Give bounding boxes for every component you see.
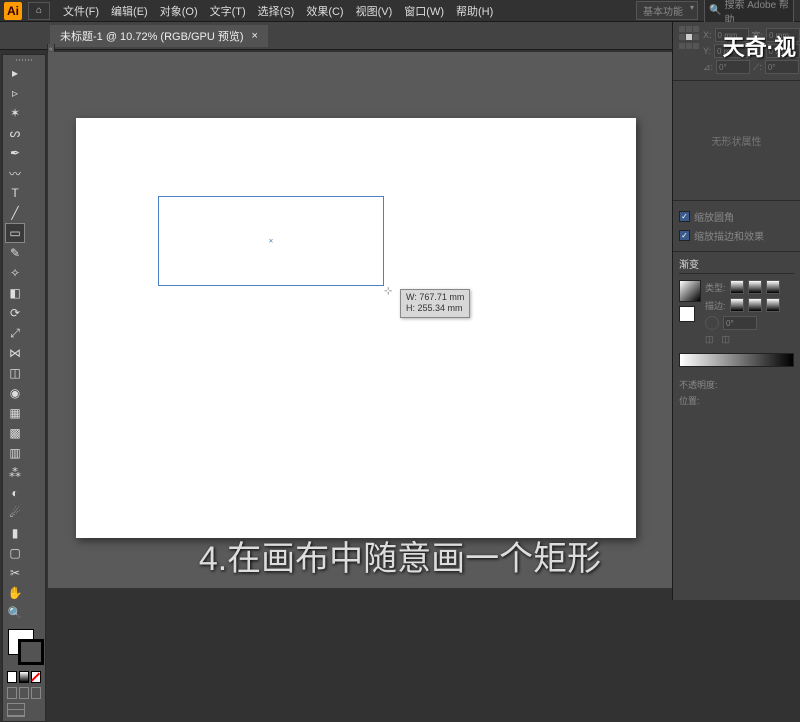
eraser-tool[interactable]: ◧ [5, 283, 25, 303]
eyedropper-tool[interactable]: ⁂ [5, 463, 25, 483]
transparency-panel: 不透明度: 位置: [673, 371, 800, 414]
menu-type[interactable]: 文字(T) [205, 3, 251, 19]
app-logo: Ai [4, 2, 22, 20]
width-field[interactable]: 0 mm [766, 28, 800, 42]
reference-point-selector[interactable] [679, 26, 699, 50]
transform-panel: X:0 mm 宽:0 mm Y:0 mm 高:0 mm ⊿:0° ⟋:0° [673, 22, 800, 81]
zoom-tool[interactable]: 🔍 [5, 603, 25, 623]
stroke-grad-3[interactable] [766, 298, 780, 312]
shaper-tool[interactable]: ✧ [5, 263, 25, 283]
scale-corners-checkbox[interactable]: ✓ [679, 211, 690, 222]
height-field[interactable]: 0 mm [766, 44, 800, 58]
blend-tool[interactable]: ◐ [5, 483, 25, 503]
close-tab-button[interactable]: × [252, 30, 258, 42]
opacity-label: 不透明度: [679, 378, 718, 391]
width-tool[interactable]: ⋈ [5, 343, 25, 363]
line-tool[interactable]: ╱ [5, 203, 25, 223]
gradient-angle-field[interactable]: 0° [723, 316, 757, 330]
rectangle-tool[interactable]: ▭ [5, 223, 25, 243]
hand-tool[interactable]: ✋ [5, 583, 25, 603]
none-mode-button[interactable] [31, 671, 41, 683]
direct-selection-tool[interactable]: ▹ [5, 83, 25, 103]
shape-builder-tool[interactable]: ◉ [5, 383, 25, 403]
menu-window[interactable]: 窗口(W) [399, 3, 449, 19]
gradient-stop-swatch[interactable] [679, 306, 695, 322]
center-mark-icon: × [269, 237, 274, 246]
free-transform-tool[interactable]: ◫ [5, 363, 25, 383]
canvas-area[interactable]: × ⊹ W: 767.71 mm H: 255.34 mm [48, 52, 672, 588]
column-graph-tool[interactable]: ▮ [5, 523, 25, 543]
menu-help[interactable]: 帮助(H) [451, 3, 498, 19]
fill-stroke-swatch[interactable] [5, 627, 43, 669]
stroke-swatch[interactable] [18, 639, 44, 665]
symbol-sprayer-tool[interactable]: ☄ [5, 503, 25, 523]
document-tab-title: 未标题-1 @ 10.72% (RGB/GPU 预览) [60, 28, 244, 44]
x-field[interactable]: 0 mm [715, 28, 749, 42]
gradient-panel: 渐变 类型: 描边: [673, 252, 800, 371]
scale-tool[interactable]: ⤢ [5, 323, 25, 343]
no-shape-props-label: 无形状属性 [712, 133, 762, 148]
gradient-angle-dial[interactable] [705, 316, 719, 330]
artboard-tool[interactable]: ▢ [5, 543, 25, 563]
artboard[interactable]: × ⊹ W: 767.71 mm H: 255.34 mm [76, 118, 636, 538]
linear-gradient-button[interactable] [730, 280, 744, 294]
gradient-slider[interactable] [679, 353, 794, 367]
workspace-switcher[interactable]: 基本功能 [636, 1, 698, 20]
lasso-tool[interactable]: ᔕ [5, 123, 25, 143]
aspect-lock-icon[interactable]: ◫ [705, 334, 714, 345]
gradient-panel-tab[interactable]: 渐变 [679, 256, 794, 274]
shear-field[interactable]: 0° [765, 60, 799, 74]
stroke-grad-2[interactable] [748, 298, 762, 312]
toolbox: ▸ ▹ ✶ ᔕ ✒ 〰 T ╱ ▭ ✎ ✧ ◧ ⟳ ⤢ ⋈ ◫ ◉ ▦ ▩ ▥ … [2, 54, 46, 722]
y-field[interactable]: 0 mm [714, 44, 748, 58]
pen-tool[interactable]: ✒ [5, 143, 25, 163]
drag-cursor-icon: ⊹ [384, 286, 392, 297]
screen-mode-button[interactable] [7, 703, 25, 717]
home-button[interactable]: ⌂ [28, 2, 50, 20]
gradient-mode-button[interactable] [19, 671, 29, 683]
menu-object[interactable]: 对象(O) [155, 3, 203, 19]
shape-properties-panel: 无形状属性 [673, 81, 800, 201]
rotate-tool[interactable]: ⟳ [5, 303, 25, 323]
scale-options: ✓ 缩放圆角 ✓ 缩放描边和效果 [673, 201, 800, 252]
menu-view[interactable]: 视图(V) [351, 3, 398, 19]
gradient-preview[interactable] [679, 280, 701, 302]
type-tool[interactable]: T [5, 183, 25, 203]
mesh-tool[interactable]: ▩ [5, 423, 25, 443]
position-label: 位置: [679, 394, 700, 407]
paintbrush-tool[interactable]: ✎ [5, 243, 25, 263]
right-panel-dock: X:0 mm 宽:0 mm Y:0 mm 高:0 mm ⊿:0° ⟋:0° 无形… [672, 22, 800, 600]
color-mode-button[interactable] [7, 671, 17, 683]
draw-inside-button[interactable] [31, 687, 41, 699]
scale-strokes-checkbox[interactable]: ✓ [679, 230, 690, 241]
curvature-tool[interactable]: 〰 [5, 163, 25, 183]
magic-wand-tool[interactable]: ✶ [5, 103, 25, 123]
menu-edit[interactable]: 编辑(E) [106, 3, 153, 19]
draw-normal-button[interactable] [7, 687, 17, 699]
aspect-lock-icon-2[interactable]: ◫ [722, 334, 731, 345]
slice-tool[interactable]: ✂ [5, 563, 25, 583]
document-tab[interactable]: 未标题-1 @ 10.72% (RGB/GPU 预览) × [50, 25, 268, 47]
dimension-tooltip: W: 767.71 mm H: 255.34 mm [400, 289, 470, 318]
perspective-tool[interactable]: ▦ [5, 403, 25, 423]
gradient-tool[interactable]: ▥ [5, 443, 25, 463]
freeform-gradient-button[interactable] [766, 280, 780, 294]
stroke-grad-1[interactable] [730, 298, 744, 312]
radial-gradient-button[interactable] [748, 280, 762, 294]
scale-strokes-label: 缩放描边和效果 [694, 228, 764, 243]
drawn-rectangle[interactable]: × [158, 196, 384, 286]
selection-tool[interactable]: ▸ [5, 63, 25, 83]
draw-behind-button[interactable] [19, 687, 29, 699]
menu-select[interactable]: 选择(S) [253, 3, 300, 19]
menu-file[interactable]: 文件(F) [58, 3, 104, 19]
scale-corners-label: 缩放圆角 [694, 209, 734, 224]
menu-bar: Ai ⌂ 文件(F) 编辑(E) 对象(O) 文字(T) 选择(S) 效果(C)… [0, 0, 800, 22]
rotation-field[interactable]: 0° [716, 60, 750, 74]
search-icon: 🔍 [709, 5, 721, 16]
menu-effect[interactable]: 效果(C) [301, 3, 348, 19]
